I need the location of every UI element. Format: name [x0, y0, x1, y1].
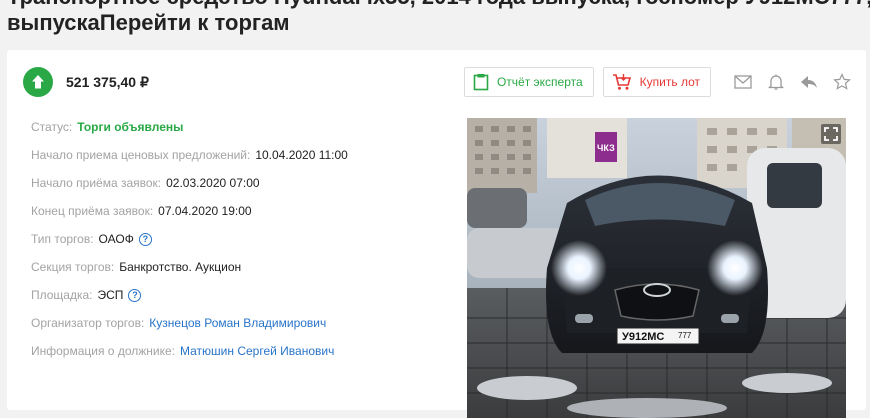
expert-report-button[interactable]: Отчёт эксперта — [463, 67, 594, 97]
page-title: Транспортное средство Hyundai ix35, 2014… — [7, 0, 870, 36]
application-end-label: Конец приёма заявок: — [31, 204, 154, 218]
detail-section: Секция торгов: Банкротство. Аукцион — [31, 253, 348, 281]
auction-type-label: Тип торгов: — [31, 232, 94, 246]
application-start-value: 02.03.2020 07:00 — [166, 176, 260, 190]
bid-start-label: Начало приема ценовых предложений: — [31, 148, 251, 162]
detail-debtor: Информация о должнике: Матюшин Сергей Ив… — [31, 337, 348, 365]
status-label: Статус: — [31, 120, 73, 134]
detail-auction-type: Тип торгов: ОАОФ ? — [31, 225, 348, 253]
title-line-2: выпускаПерейти к торгам — [7, 10, 290, 35]
section-value: Банкротство. Аукцион — [119, 260, 242, 274]
help-icon[interactable]: ? — [128, 288, 142, 302]
platform-label: Площадка: — [31, 288, 93, 302]
platform-value: ЭСП — [97, 288, 124, 302]
cart-icon — [612, 74, 631, 90]
clipboard-icon — [473, 74, 489, 91]
price-row: 521 375,40 ₽ — [23, 66, 149, 98]
status-badge: Торги объявлены — [77, 120, 184, 134]
expert-report-label: Отчёт эксперта — [496, 75, 583, 89]
fullscreen-icon[interactable] — [821, 124, 841, 149]
share-icon[interactable] — [799, 72, 819, 92]
debtor-label: Информация о должнике: — [31, 344, 175, 358]
sign-text: ЧКЗ — [597, 143, 615, 153]
star-icon[interactable] — [832, 72, 852, 92]
buy-lot-label: Купить лот — [639, 75, 700, 89]
arrow-up-icon — [23, 67, 53, 97]
mail-icon[interactable] — [733, 72, 753, 92]
buy-lot-button[interactable]: Купить лот — [602, 67, 711, 97]
auction-type-value: ОАОФ — [98, 232, 134, 246]
bid-start-value: 10.04.2020 11:00 — [255, 148, 348, 162]
application-end-value: 07.04.2020 19:00 — [158, 204, 252, 218]
application-start-label: Начало приёма заявок: — [31, 176, 162, 190]
detail-application-end: Конец приёма заявок: 07.04.2020 19:00 — [31, 197, 348, 225]
car-photo-illustration: ЧКЗ У912МС 777 — [467, 118, 846, 418]
plate-region: 777 — [678, 331, 692, 340]
plate-number: У912МС — [622, 331, 664, 343]
debtor-link[interactable]: Матюшин Сергей Иванович — [180, 337, 334, 365]
help-icon[interactable]: ? — [138, 232, 152, 246]
detail-status: Статус: Торги объявлены — [31, 113, 348, 141]
action-bar: Отчёт эксперта Купить лот — [463, 66, 852, 98]
bell-icon[interactable] — [766, 72, 786, 92]
detail-application-start: Начало приёма заявок: 02.03.2020 07:00 — [31, 169, 348, 197]
detail-organizer: Организатор торгов: Кузнецов Роман Влади… — [31, 309, 348, 337]
lot-card: 521 375,40 ₽ Отчёт эксперта Купить лот С… — [7, 50, 866, 418]
detail-bid-start: Начало приема ценовых предложений: 10.04… — [31, 141, 348, 169]
organizer-label: Организатор торгов: — [31, 316, 145, 330]
organizer-link[interactable]: Кузнецов Роман Владимирович — [149, 309, 326, 337]
title-line-1: Транспортное средство Hyundai ix35, 2014… — [7, 0, 870, 10]
lot-price: 521 375,40 ₽ — [66, 73, 149, 90]
lot-photo[interactable]: ЧКЗ У912МС 777 — [467, 118, 846, 418]
lot-details: Статус: Торги объявлены Начало приема це… — [31, 113, 348, 365]
detail-platform: Площадка: ЭСП ? — [31, 281, 348, 309]
section-label: Секция торгов: — [31, 260, 115, 274]
